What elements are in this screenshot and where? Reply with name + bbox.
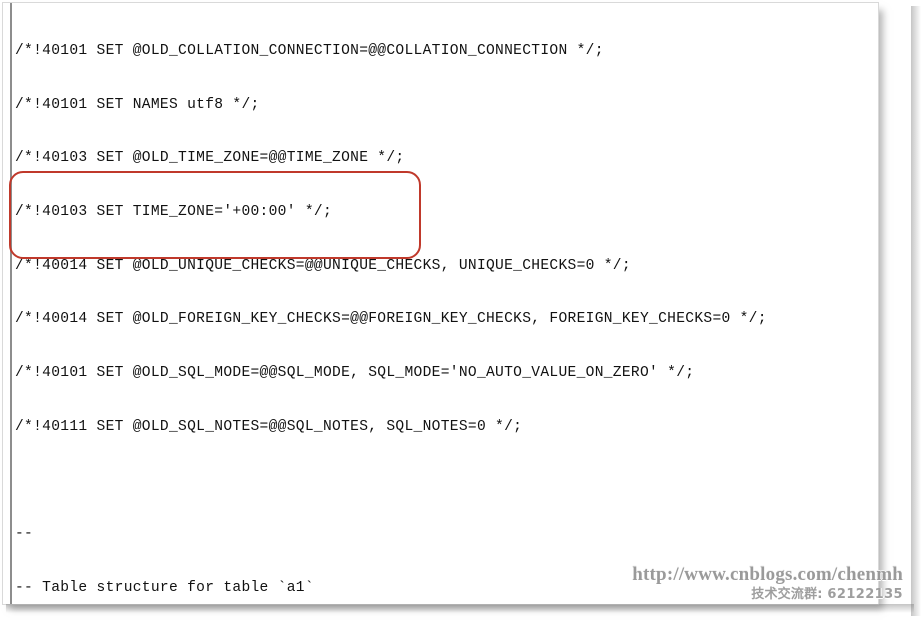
code-line: /*!40101 SET NAMES utf8 */; [15,96,260,113]
page-shadow-bottom [6,604,914,613]
screenshot-root: /*!40101 SET @OLD_COLLATION_CONNECTION=@… [0,0,921,621]
code-line: -- [15,526,34,543]
code-line: -- Table structure for table `a1` [15,579,314,596]
code-line: /*!40101 SET @OLD_COLLATION_CONNECTION=@… [15,42,604,59]
code-viewer-pane[interactable]: /*!40101 SET @OLD_COLLATION_CONNECTION=@… [2,2,879,605]
code-line: /*!40111 SET @OLD_SQL_NOTES=@@SQL_NOTES,… [15,418,523,435]
sql-code-block[interactable]: /*!40101 SET @OLD_COLLATION_CONNECTION=@… [15,7,878,604]
code-line: /*!40101 SET @OLD_SQL_MODE=@@SQL_MODE, S… [15,365,695,382]
code-line: /*!40103 SET @OLD_TIME_ZONE=@@TIME_ZONE … [15,150,405,167]
code-line: /*!40103 SET TIME_ZONE='+00:00' */; [15,203,333,220]
page-shadow-right [911,6,921,616]
code-line: /*!40014 SET @OLD_UNIQUE_CHECKS=@@UNIQUE… [15,257,631,274]
left-gutter-rule [10,3,12,604]
code-line: /*!40014 SET @OLD_FOREIGN_KEY_CHECKS=@@F… [15,311,767,328]
